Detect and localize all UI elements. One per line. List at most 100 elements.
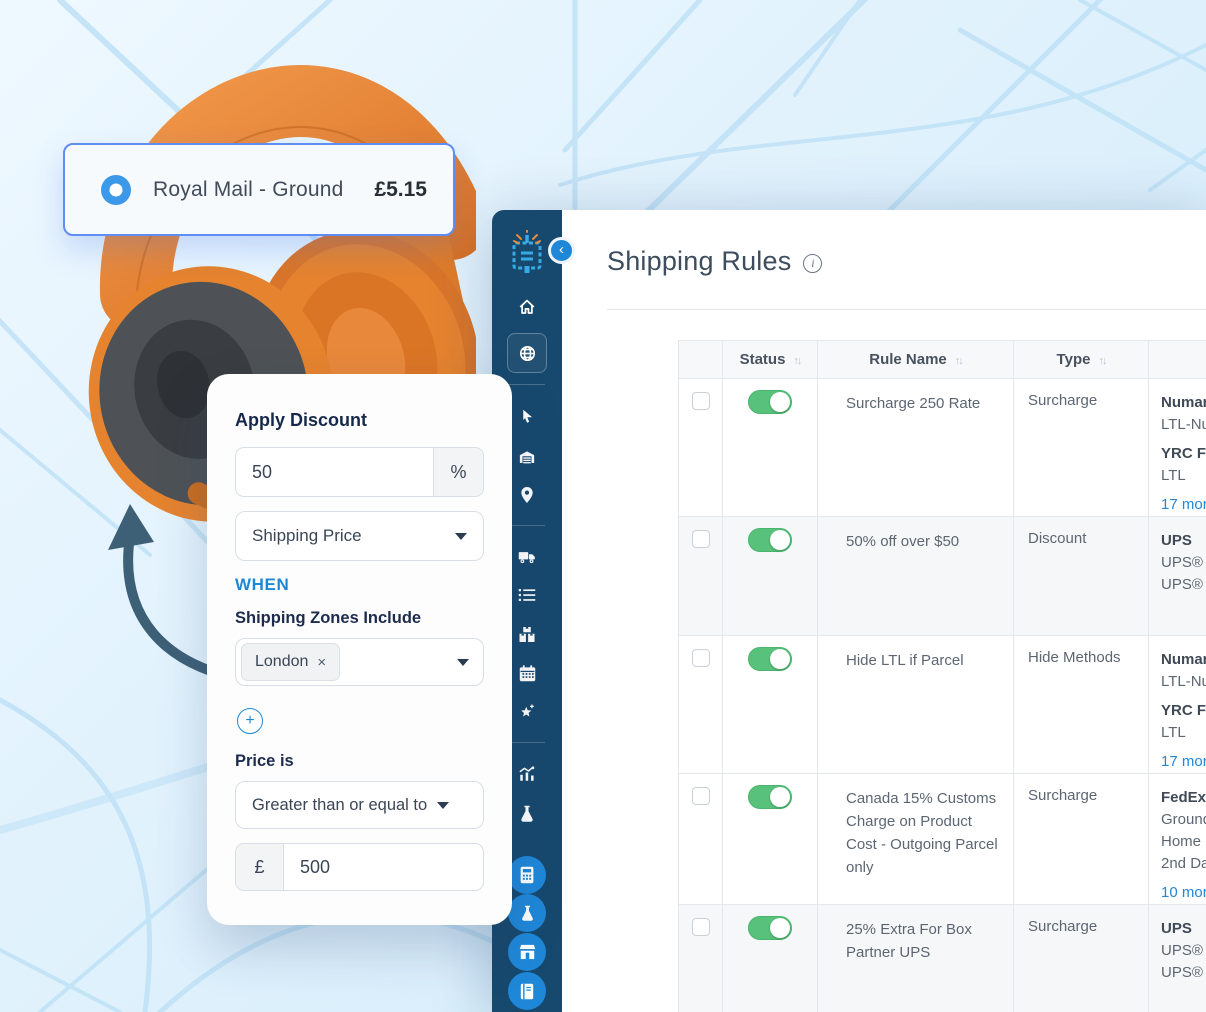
shipping-methods-cell: Numark TransportationLTL-Numark YRC Freig… xyxy=(1149,379,1206,517)
radio-selected-icon[interactable] xyxy=(101,175,131,205)
status-toggle[interactable] xyxy=(748,528,792,552)
row-select-cell xyxy=(679,774,723,905)
sidebar-divider xyxy=(509,742,545,743)
price-threshold-input[interactable] xyxy=(284,844,483,890)
header-shipping-methods[interactable]: Shipping Method(s) xyxy=(1149,341,1206,379)
service-name: UPS® Ground xyxy=(1161,552,1206,574)
table-row: 50% off over $50DiscountUPSUPS® GroundUP… xyxy=(679,517,1206,636)
cursor-icon xyxy=(519,408,536,425)
shipping-option-price: £5.15 xyxy=(374,178,427,202)
book-icon xyxy=(520,983,534,1000)
currency-symbol: £ xyxy=(236,844,284,890)
sidebar-item-home[interactable] xyxy=(492,298,562,316)
table-row: Hide LTL if ParcelHide MethodsNumark Tra… xyxy=(679,636,1206,774)
add-condition-button[interactable]: + xyxy=(237,708,263,734)
status-cell xyxy=(723,379,818,517)
type-cell: Surcharge xyxy=(1014,905,1149,1012)
header-rule-name[interactable]: Rule Name↑↓ xyxy=(818,341,1014,379)
sidebar-divider xyxy=(509,384,545,385)
list-icon xyxy=(518,587,536,603)
table-row: Surcharge 250 RateSurchargeNumark Transp… xyxy=(679,379,1206,517)
zone-chip[interactable]: London × xyxy=(241,643,340,681)
calculator-icon xyxy=(519,866,535,884)
discount-metric-select[interactable]: Shipping Price xyxy=(235,511,484,561)
row-checkbox[interactable] xyxy=(692,530,710,548)
rule-name-cell: Canada 15% Customs Charge on Product Cos… xyxy=(818,774,1014,905)
row-checkbox[interactable] xyxy=(692,392,710,410)
sidebar-collapse-button[interactable]: ‹ xyxy=(548,237,575,264)
stamp-logo-icon[interactable] xyxy=(508,230,546,276)
type-cell: Surcharge xyxy=(1014,774,1149,905)
home-icon xyxy=(518,298,536,316)
method-group: Numark TransportationLTL-Numark xyxy=(1161,392,1206,436)
storefront-icon xyxy=(519,944,536,960)
flask-icon xyxy=(519,805,535,823)
active-item-highlight xyxy=(507,333,547,373)
status-toggle[interactable] xyxy=(748,647,792,671)
header-status[interactable]: Status↑↓ xyxy=(723,341,818,379)
carrier-name: UPS xyxy=(1161,530,1206,552)
zones-label: Shipping Zones Include xyxy=(235,609,484,628)
price-operator-select[interactable]: Greater than or equal to xyxy=(235,781,484,829)
row-checkbox[interactable] xyxy=(692,787,710,805)
row-select-cell xyxy=(679,905,723,1012)
chevron-down-icon xyxy=(437,802,449,809)
calendar-icon xyxy=(519,665,536,682)
shipping-zones-select[interactable]: London × xyxy=(235,638,484,686)
sort-icon[interactable]: ↑↓ xyxy=(955,355,962,367)
row-select-cell xyxy=(679,636,723,774)
more-methods-link[interactable]: 17 more xyxy=(1161,751,1206,773)
sort-icon[interactable]: ↑↓ xyxy=(1098,355,1105,367)
status-cell xyxy=(723,905,818,1012)
header-type[interactable]: Type↑↓ xyxy=(1014,341,1149,379)
shipping-methods-cell: FedExGroundHome Delivery2nd Day 10 more xyxy=(1149,774,1206,905)
row-checkbox[interactable] xyxy=(692,649,710,667)
page: Royal Mail - Ground £5.15 xyxy=(0,0,1206,1012)
shipping-methods-cell: UPSUPS® GroundUPS® Standard xyxy=(1149,905,1206,1012)
header-checkbox-col xyxy=(679,341,723,379)
divider xyxy=(607,309,1206,310)
status-cell xyxy=(723,774,818,905)
service-name: Home Delivery xyxy=(1161,831,1206,853)
rule-name-cell: 25% Extra For Box Partner UPS xyxy=(818,905,1014,1012)
service-name: 2nd Day xyxy=(1161,853,1206,875)
app-window: Shipping Rules i Status↑↓ Rule Name↑↓ Ty… xyxy=(492,210,1206,1012)
more-methods-link[interactable]: 17 more xyxy=(1161,494,1206,516)
carrier-name: FedEx xyxy=(1161,787,1206,809)
type-cell: Surcharge xyxy=(1014,379,1149,517)
chevron-down-icon xyxy=(455,533,467,540)
star-icon xyxy=(518,703,536,721)
method-group: YRC FreightLTL xyxy=(1161,443,1206,487)
warehouse-icon xyxy=(518,448,536,466)
service-name: LTL xyxy=(1161,722,1206,744)
discount-amount-input[interactable] xyxy=(236,448,433,496)
method-group: UPSUPS® GroundUPS® Standard xyxy=(1161,918,1206,984)
type-cell: Hide Methods xyxy=(1014,636,1149,774)
shipping-option-card[interactable]: Royal Mail - Ground £5.15 xyxy=(63,143,455,236)
status-toggle[interactable] xyxy=(748,916,792,940)
sidebar-item-shipping-rules-active[interactable] xyxy=(492,333,562,373)
chip-close-icon[interactable]: × xyxy=(317,654,326,671)
sidebar-button-storefront[interactable] xyxy=(492,933,562,971)
sidebar-button-docs[interactable] xyxy=(492,972,562,1010)
method-group: FedExGroundHome Delivery2nd Day xyxy=(1161,787,1206,875)
service-name: LTL-Numark xyxy=(1161,414,1206,436)
service-name: UPS® Ground xyxy=(1161,940,1206,962)
carrier-name: YRC Freight xyxy=(1161,700,1206,722)
price-is-label: Price is xyxy=(235,752,484,771)
service-name: LTL-Numark xyxy=(1161,671,1206,693)
status-cell xyxy=(723,517,818,636)
sort-icon[interactable]: ↑↓ xyxy=(793,355,800,367)
method-group: YRC FreightLTL xyxy=(1161,700,1206,744)
more-methods-link[interactable]: 10 more xyxy=(1161,882,1206,904)
type-cell: Discount xyxy=(1014,517,1149,636)
percent-icon: % xyxy=(433,448,483,496)
row-checkbox[interactable] xyxy=(692,918,710,936)
status-toggle[interactable] xyxy=(748,785,792,809)
truck-icon xyxy=(518,548,537,565)
sidebar-divider xyxy=(509,525,545,526)
status-toggle[interactable] xyxy=(748,390,792,414)
info-icon[interactable]: i xyxy=(803,254,822,273)
table-header-row: Status↑↓ Rule Name↑↓ Type↑↓ Shipping Met… xyxy=(679,341,1206,379)
rule-name-cell: Surcharge 250 Rate xyxy=(818,379,1014,517)
